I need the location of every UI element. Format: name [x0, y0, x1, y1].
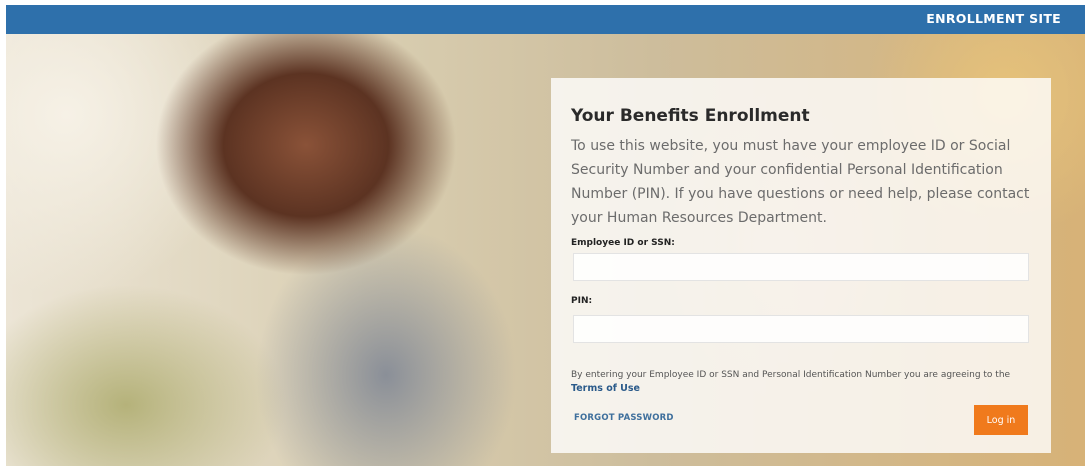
agreement-text: By entering your Employee ID or SSN and … [571, 370, 1011, 380]
employee-id-label: Employee ID or SSN: [571, 238, 675, 248]
header-bar: ENROLLMENT SITE [6, 5, 1085, 34]
login-panel: Your Benefits Enrollment To use this web… [551, 78, 1051, 453]
employee-id-input[interactable] [573, 253, 1029, 281]
pin-input[interactable] [573, 315, 1029, 343]
page: ENROLLMENT SITE Your Benefits Enrollment… [6, 5, 1085, 466]
intro-text: To use this website, you must have your … [571, 138, 1030, 226]
login-button[interactable]: Log in [974, 405, 1028, 435]
site-label: ENROLLMENT SITE [926, 11, 1061, 26]
page-title: Your Benefits Enrollment [571, 106, 810, 126]
terms-of-use-link[interactable]: Terms of Use [571, 383, 640, 394]
pin-label: PIN: [571, 296, 593, 306]
forgot-password-link[interactable]: FORGOT PASSWORD [574, 413, 674, 423]
